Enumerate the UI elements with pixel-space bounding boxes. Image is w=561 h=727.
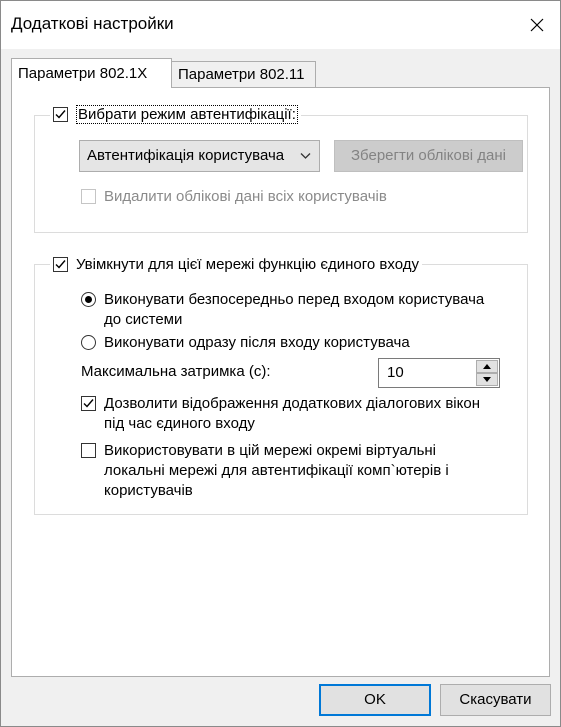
vlan-label-line2: локальні мережі для автентифікації комп`… — [104, 462, 449, 479]
spin-up-button[interactable] — [476, 360, 498, 373]
radio-before-label-line1: Виконувати безпосередньо перед входом ко… — [104, 291, 485, 308]
sso-checkbox[interactable] — [53, 256, 68, 272]
delete-credentials-label: Видалити облікові дані всіх користувачів — [104, 188, 387, 205]
dialog-window: Додаткові настройки Параметри 802.1X Пар… — [0, 0, 561, 727]
radio-before-label-line2: до системи — [104, 311, 183, 328]
spin-up-icon — [483, 364, 491, 369]
radio-after-label: Виконувати одразу після входу користувач… — [104, 334, 410, 351]
auth-mode-legend[interactable]: Вибрати режим автентифікації: — [50, 103, 301, 125]
radio-after-row[interactable]: Виконувати одразу після входу користувач… — [81, 333, 410, 354]
auth-mode-select[interactable]: Автентифікація користувача — [79, 140, 320, 172]
save-credentials-button[interactable]: Зберегти облікові дані — [334, 140, 523, 172]
checkmark-icon — [83, 399, 94, 408]
auth-mode-group — [34, 115, 528, 233]
auth-mode-select-value: Автентифікація користувача — [87, 147, 285, 164]
ok-button[interactable]: OK — [319, 684, 431, 716]
checkmark-icon — [55, 109, 66, 119]
radio-after-logon[interactable] — [81, 335, 96, 350]
allow-dialogs-label-line1: Дозволити відображення додаткових діалог… — [104, 395, 480, 412]
spin-down-button[interactable] — [476, 373, 498, 386]
allow-dialogs-label-line2: під час єдиного входу — [104, 415, 255, 432]
cancel-button[interactable]: Скасувати — [440, 684, 551, 716]
max-delay-spinbox[interactable]: 10 — [378, 358, 500, 388]
tab-8021x[interactable]: Параметри 802.1X — [11, 58, 172, 88]
radio-selected-dot — [85, 296, 92, 303]
vlan-label-line1: Використовувати в цій мережі окремі вірт… — [104, 442, 437, 459]
allow-dialogs-row[interactable]: Дозволити відображення додаткових діалог… — [81, 394, 480, 434]
delete-credentials-checkbox[interactable] — [81, 189, 96, 204]
chevron-down-icon — [300, 153, 311, 159]
radio-before-row[interactable]: Виконувати безпосередньо перед входом ко… — [81, 290, 484, 330]
vlan-row[interactable]: Використовувати в цій мережі окремі вірт… — [81, 441, 449, 501]
max-delay-label: Максимальна затримка (с): — [81, 363, 271, 380]
auth-mode-label: Вибрати режим автентифікації: — [76, 104, 298, 124]
auth-mode-checkbox[interactable] — [53, 106, 68, 122]
title-bar: Додаткові настройки — [1, 1, 560, 49]
sso-legend[interactable]: Увімкнути для цієї мережі функцію єдиног… — [50, 253, 422, 275]
vlan-label-line3: користувачів — [104, 482, 193, 499]
tab-80211[interactable]: Параметри 802.11 — [171, 61, 316, 88]
close-icon — [530, 18, 544, 32]
close-button[interactable] — [514, 1, 560, 49]
delete-credentials-row[interactable]: Видалити облікові дані всіх користувачів — [81, 187, 387, 208]
spin-down-icon — [483, 377, 491, 382]
max-delay-value: 10 — [387, 364, 404, 381]
radio-before-logon[interactable] — [81, 292, 96, 307]
sso-label: Увімкнути для цієї мережі функцію єдиног… — [76, 255, 419, 273]
checkmark-icon — [55, 259, 66, 269]
allow-dialogs-checkbox[interactable] — [81, 396, 96, 411]
window-title: Додаткові настройки — [11, 14, 174, 33]
vlan-checkbox[interactable] — [81, 443, 96, 458]
